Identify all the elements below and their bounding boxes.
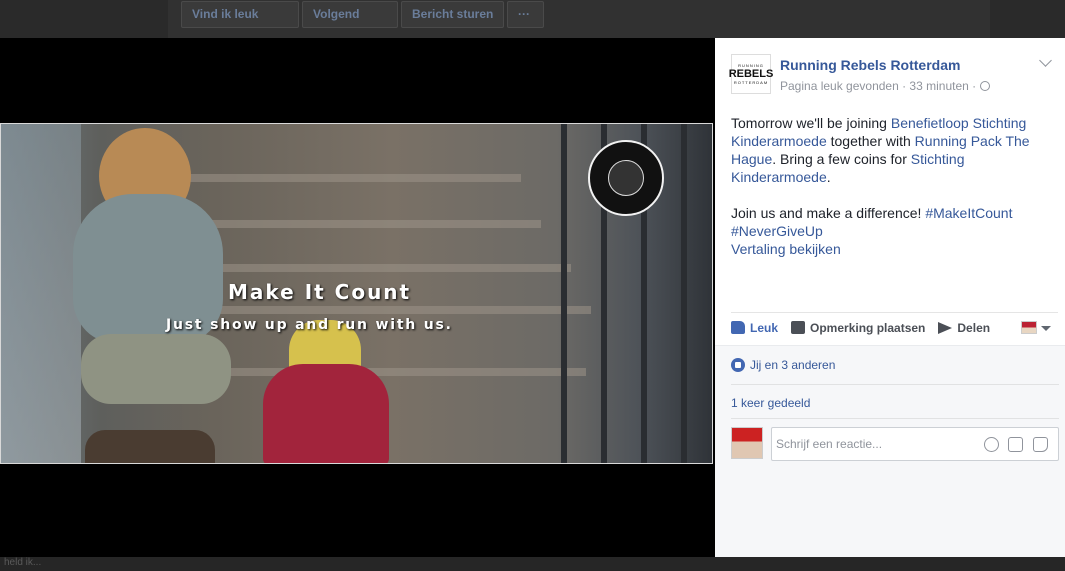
photo-wall (1, 124, 81, 463)
like-label: Leuk (750, 320, 779, 335)
photo-step (191, 306, 591, 314)
post-meta: Pagina leuk gevonden · 33 minuten · (780, 79, 991, 93)
message-label: Bericht sturen (412, 7, 494, 21)
hashtag-link[interactable]: #NeverGiveUp (731, 223, 823, 239)
user-avatar[interactable] (731, 427, 763, 459)
photo-railing (561, 124, 567, 463)
post-paragraph-1: Tomorrow we'll be joining Benefietloop S… (731, 114, 1051, 186)
chevron-down-icon[interactable] (1039, 54, 1052, 67)
thumbs-up-icon (731, 321, 745, 334)
see-translation-link[interactable]: Vertaling bekijken (731, 241, 841, 257)
post-paragraph-2: Join us and make a difference! #MakeItCo… (731, 204, 1051, 222)
photo-viewer[interactable]: Make It Count Just show up and run with … (0, 38, 715, 557)
translate-line: Vertaling bekijken (731, 240, 1051, 258)
share-button[interactable]: Delen (938, 321, 990, 335)
background-like-page-button: Vind ik leuk (181, 1, 299, 28)
background-more-button: ··· (507, 1, 544, 28)
photo-step (161, 174, 521, 182)
background-footer (0, 557, 1065, 571)
photo-subline: Just show up and run with us. (166, 317, 453, 333)
post-text: Join us and make a difference! (731, 205, 926, 221)
comment-label: Opmerking plaatsen (810, 320, 926, 335)
photo-railing (681, 124, 687, 463)
post-panel: RUNNING REBELS ROTTERDAM Running Rebels … (715, 38, 1065, 557)
divider (731, 384, 1059, 385)
avatar-text-sub: ROTTERDAM (733, 80, 769, 85)
follow-label: Volgend (313, 7, 360, 21)
background-message-button: Bericht sturen (401, 1, 504, 28)
post-text: together with (826, 133, 915, 149)
page-name-link[interactable]: Running Rebels Rotterdam (780, 57, 960, 73)
post-text: . Bring a few coins for (772, 151, 911, 167)
post-text: Tomorrow we'll be joining (731, 115, 891, 131)
camera-icon[interactable] (1008, 437, 1023, 452)
post-actions: Leuk Opmerking plaatsen Delen (731, 312, 1058, 342)
photo-red-backpack (263, 364, 389, 463)
post-meta-text[interactable]: Pagina leuk gevonden · 33 minuten · (780, 79, 976, 93)
photo-girl-feet (85, 430, 215, 463)
comment-input[interactable] (772, 428, 972, 460)
comment-box[interactable] (771, 427, 1059, 461)
shares-summary[interactable]: 1 keer gedeeld (731, 396, 810, 410)
background-follow-button: Volgend (302, 1, 398, 28)
divider (731, 418, 1059, 419)
caret-down-icon[interactable] (1041, 326, 1051, 331)
avatar-text-big: REBELS (728, 68, 774, 80)
post-hashtag-line: #NeverGiveUp (731, 222, 1051, 240)
page-avatar[interactable]: RUNNING REBELS ROTTERDAM (728, 54, 774, 94)
like-reaction-icon (731, 358, 745, 372)
globe-icon (980, 81, 991, 91)
sticker-icon[interactable] (1033, 437, 1048, 452)
likes-summary[interactable]: Jij en 3 anderen (731, 358, 835, 372)
hashtag-link[interactable]: #MakeItCount (925, 205, 1012, 221)
photo-step (206, 368, 586, 376)
post-body: Tomorrow we'll be joining Benefietloop S… (731, 114, 1051, 258)
photo-step (181, 264, 571, 272)
comment-icon (791, 321, 806, 334)
photo-girl-legs (81, 334, 231, 404)
post-text: . (826, 169, 831, 185)
emoji-icon[interactable] (984, 437, 999, 452)
more-label: ··· (518, 7, 530, 21)
likes-summary-text[interactable]: Jij en 3 anderen (750, 358, 835, 372)
react-as-avatar[interactable] (1021, 321, 1037, 334)
post-stats: Jij en 3 anderen 1 keer gedeeld (715, 345, 1065, 557)
background-footer-text: held ik... (4, 557, 42, 568)
photo-headline: Make It Count (228, 280, 412, 304)
like-button[interactable]: Leuk (731, 321, 778, 335)
comment-button[interactable]: Opmerking plaatsen (791, 321, 925, 335)
rock-hand-icon (608, 160, 644, 196)
share-arrow-icon (938, 321, 953, 334)
share-label: Delen (957, 320, 991, 335)
post-photo[interactable]: Make It Count Just show up and run with … (0, 123, 713, 464)
like-page-label: Vind ik leuk (192, 7, 259, 21)
running-rebels-logo (588, 140, 664, 216)
photo-step (171, 220, 541, 228)
